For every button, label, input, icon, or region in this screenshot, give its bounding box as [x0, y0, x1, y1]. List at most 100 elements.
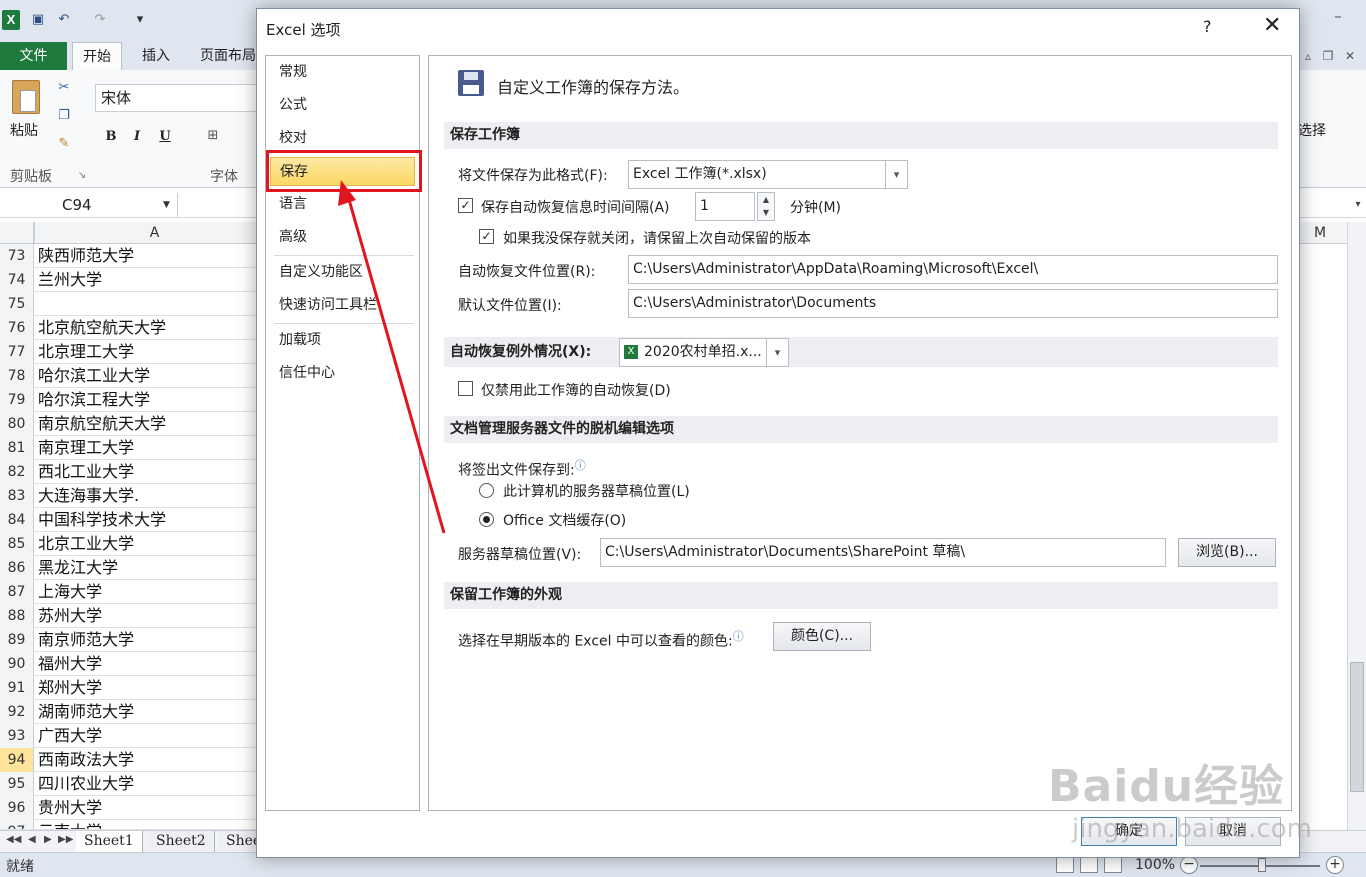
spin-up-icon[interactable]: ▲: [758, 193, 774, 206]
cell[interactable]: 苏州大学: [38, 604, 102, 628]
cell[interactable]: 郑州大学: [38, 676, 102, 700]
cell[interactable]: 黑龙江大学: [38, 556, 118, 580]
row-number[interactable]: 97: [0, 820, 34, 829]
format-painter-icon[interactable]: ✎: [56, 136, 72, 152]
zoom-in-icon[interactable]: +: [1326, 856, 1344, 874]
close-icon[interactable]: ✕: [1263, 13, 1281, 38]
zoom-level[interactable]: 100%: [1135, 857, 1175, 873]
sheet-tab-1[interactable]: Sheet1: [76, 831, 143, 852]
row-number[interactable]: 86: [0, 556, 34, 580]
row-number[interactable]: 85: [0, 532, 34, 556]
row-number[interactable]: 80: [0, 412, 34, 436]
nav-item-general[interactable]: 常规: [270, 58, 415, 87]
normal-view-icon[interactable]: [1056, 857, 1074, 873]
row-number[interactable]: 76: [0, 316, 34, 340]
restore-window-icon[interactable]: ❐: [1316, 46, 1340, 66]
cell[interactable]: 南京航空航天大学: [38, 412, 166, 436]
disable-autorecover-label[interactable]: 仅禁用此工作簿的自动恢复(D): [481, 380, 671, 400]
cell[interactable]: 兰州大学: [38, 268, 102, 292]
row-number[interactable]: 83: [0, 484, 34, 508]
redo-icon[interactable]: ↷: [92, 12, 108, 28]
close-workbook-icon[interactable]: ✕: [1338, 46, 1362, 66]
column-header-a[interactable]: A: [34, 222, 274, 244]
cell[interactable]: 大连海事大学.: [38, 484, 139, 508]
row-number[interactable]: 90: [0, 652, 34, 676]
border-icon[interactable]: ⊞: [205, 128, 221, 144]
row-number[interactable]: 95: [0, 772, 34, 796]
undo-icon[interactable]: ↶: [56, 12, 72, 28]
dialog-launcher-icon[interactable]: ↘: [74, 168, 90, 184]
tab-file[interactable]: 文件: [0, 42, 67, 70]
keep-last-version-label[interactable]: 如果我没保存就关闭，请保留上次自动保留的版本: [503, 228, 811, 248]
tab-page-layout[interactable]: 页面布局: [190, 42, 266, 70]
radio-office-cache-label[interactable]: Office 文档缓存(O): [503, 510, 626, 530]
row-number[interactable]: 88: [0, 604, 34, 628]
nav-item-addins[interactable]: 加载项: [270, 326, 415, 355]
cell[interactable]: 北京工业大学: [38, 532, 134, 556]
autorecover-location-input[interactable]: C:\Users\Administrator\AppData\Roaming\M…: [628, 255, 1278, 284]
nav-item-language[interactable]: 语言: [270, 190, 415, 219]
cell[interactable]: 云南大学: [38, 820, 102, 829]
select-label[interactable]: 选择: [1298, 120, 1326, 140]
cell[interactable]: 西北工业大学: [38, 460, 134, 484]
nav-item-advanced[interactable]: 高级: [270, 223, 415, 252]
nav-item-proofing[interactable]: 校对: [270, 124, 415, 153]
colors-button[interactable]: 颜色(C)...: [773, 622, 871, 651]
name-box[interactable]: C94: [0, 193, 178, 217]
row-number-selected[interactable]: 94: [0, 748, 34, 772]
zoom-out-icon[interactable]: −: [1180, 856, 1198, 874]
cell[interactable]: 哈尔滨工程大学: [38, 388, 150, 412]
cell[interactable]: 北京理工大学: [38, 340, 134, 364]
cell[interactable]: 广西大学: [38, 724, 102, 748]
browse-button[interactable]: 浏览(B)...: [1178, 538, 1276, 567]
scrollbar-thumb[interactable]: [1350, 662, 1364, 792]
paste-icon[interactable]: [12, 80, 40, 114]
minutes-spinner[interactable]: ▲ ▼: [757, 192, 775, 221]
row-number[interactable]: 87: [0, 580, 34, 604]
customize-qat-icon[interactable]: ▾: [132, 12, 148, 28]
autorecover-checkbox[interactable]: ✓: [458, 198, 473, 213]
row-number[interactable]: 79: [0, 388, 34, 412]
save-format-select[interactable]: Excel 工作簿(*.xlsx) ▾: [628, 160, 908, 189]
drafts-location-input[interactable]: C:\Users\Administrator\Documents\SharePo…: [600, 538, 1166, 567]
row-number[interactable]: 92: [0, 700, 34, 724]
cut-icon[interactable]: ✂: [56, 80, 72, 96]
row-number[interactable]: 73: [0, 244, 34, 268]
row-number[interactable]: 84: [0, 508, 34, 532]
cell[interactable]: 贵州大学: [38, 796, 102, 820]
autorecover-label[interactable]: 保存自动恢复信息时间间隔(A): [481, 197, 670, 217]
last-sheet-icon[interactable]: ▶▶: [58, 834, 73, 845]
row-number[interactable]: 91: [0, 676, 34, 700]
help-icon[interactable]: ?: [1203, 17, 1212, 36]
chevron-down-icon[interactable]: ▾: [885, 161, 907, 188]
tab-home[interactable]: 开始: [72, 42, 122, 70]
row-number[interactable]: 81: [0, 436, 34, 460]
radio-server-drafts[interactable]: [479, 483, 494, 498]
row-number[interactable]: 74: [0, 268, 34, 292]
copy-icon[interactable]: ❐: [56, 108, 72, 124]
spin-down-icon[interactable]: ▼: [758, 206, 774, 219]
zoom-slider-thumb[interactable]: [1258, 858, 1266, 872]
font-name-input[interactable]: 宋体: [95, 84, 257, 112]
cell[interactable]: 上海大学: [38, 580, 102, 604]
next-sheet-icon[interactable]: ▶: [44, 834, 52, 845]
cell[interactable]: 福州大学: [38, 652, 102, 676]
exception-workbook-select[interactable]: X 2020农村单招.x... ▾: [619, 338, 789, 367]
row-number[interactable]: 78: [0, 364, 34, 388]
cell[interactable]: 西南政法大学: [38, 748, 134, 772]
cell[interactable]: 北京航空航天大学: [38, 316, 166, 340]
row-number[interactable]: 77: [0, 340, 34, 364]
nav-item-formulas[interactable]: 公式: [270, 91, 415, 120]
disable-autorecover-checkbox[interactable]: [458, 381, 473, 396]
page-layout-view-icon[interactable]: [1080, 857, 1098, 873]
row-number[interactable]: 89: [0, 628, 34, 652]
row-number[interactable]: 82: [0, 460, 34, 484]
row-number[interactable]: 96: [0, 796, 34, 820]
sheet-tab-2[interactable]: Sheet2: [148, 831, 215, 852]
cell[interactable]: 南京理工大学: [38, 436, 134, 460]
tab-insert[interactable]: 插入: [132, 42, 180, 70]
bold-button[interactable]: B: [102, 128, 120, 146]
first-sheet-icon[interactable]: ◀◀: [6, 834, 21, 845]
save-icon[interactable]: ▣: [30, 12, 46, 28]
page-break-view-icon[interactable]: [1104, 857, 1122, 873]
